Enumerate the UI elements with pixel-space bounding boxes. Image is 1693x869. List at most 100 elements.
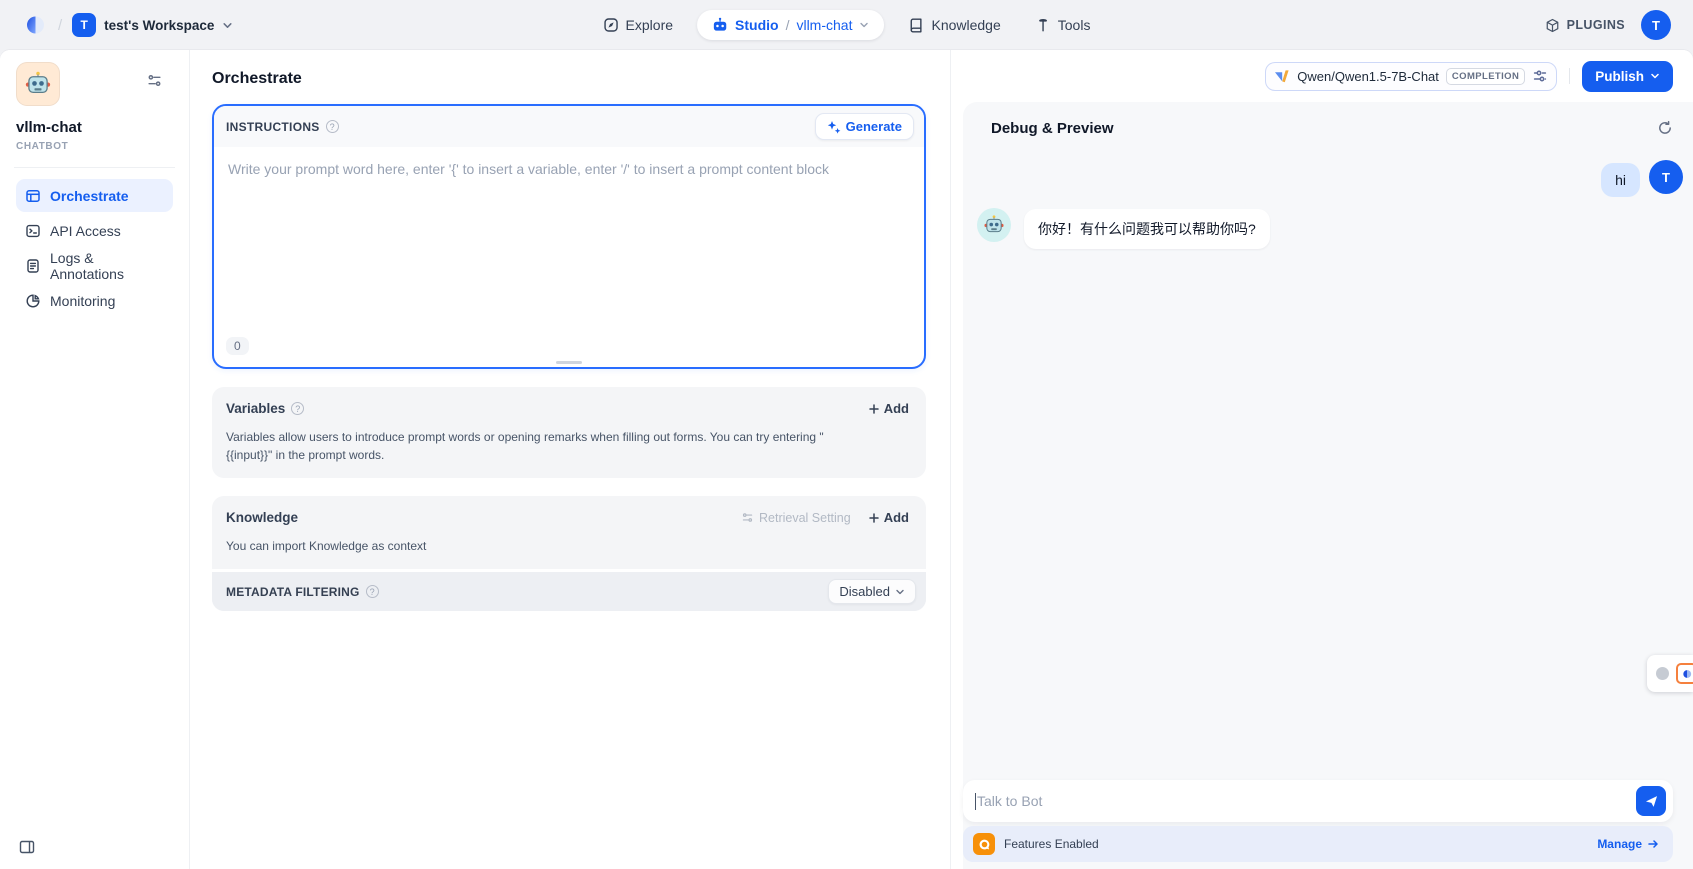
plugins-button[interactable]: PLUGINS [1545,18,1625,33]
terminal-icon [25,223,41,239]
retrieval-setting-button[interactable]: Retrieval Setting [741,511,851,525]
cube-icon [1545,18,1560,33]
user-avatar[interactable]: T [1641,10,1671,40]
nav-knowledge-label: Knowledge [931,17,1000,33]
workspace-selector[interactable]: T test's Workspace [72,13,233,37]
robot-icon [712,17,728,33]
document-list-icon [25,258,41,274]
nav-knowledge[interactable]: Knowledge [898,10,1010,40]
add-knowledge-label: Add [884,510,909,525]
app-name: vllm-chat [16,119,173,136]
sidebar-item-label: API Access [50,223,121,239]
text-caret [975,793,976,810]
metadata-filtering-row: METADATA FILTERING ? Disabled [212,569,926,611]
sidebar-item-label: Orchestrate [50,188,129,204]
variables-section: Variables ? Add Variables allow users to… [212,387,926,478]
add-variable-label: Add [884,401,909,416]
nav-tools-label: Tools [1058,17,1091,33]
metadata-filtering-value: Disabled [839,584,890,599]
features-label: Features Enabled [1004,837,1099,851]
manage-label: Manage [1597,837,1642,851]
metadata-filtering-select[interactable]: Disabled [828,579,916,604]
chat-input-bar [963,780,1673,822]
manage-features-link[interactable]: Manage [1597,837,1659,851]
debug-preview-panel: Debug & Preview hi T [963,102,1693,869]
char-count-badge: 0 [226,337,249,355]
help-icon[interactable]: ? [366,585,379,598]
generate-label: Generate [846,119,902,134]
model-selector[interactable]: Qwen/Qwen1.5-7B-Chat COMPLETION [1265,62,1557,91]
vllm-logo-icon [1274,68,1290,84]
workspace-name: test's Workspace [104,18,214,33]
model-mode-badge: COMPLETION [1446,68,1525,85]
add-variable-button[interactable]: Add [861,397,916,420]
help-icon[interactable]: ? [326,120,339,133]
hammer-icon [1035,17,1051,33]
sidebar-item-logs-annotations[interactable]: Logs & Annotations [16,249,173,282]
sidebar-item-orchestrate[interactable]: Orchestrate [16,179,173,212]
workspace-avatar: T [72,13,96,37]
breadcrumb-separator: / [58,17,62,34]
generate-button[interactable]: Generate [815,113,914,140]
chat-message-bot: 你好！有什么问题我可以帮助你吗? [963,197,1693,249]
debug-preview-title: Debug & Preview [991,120,1114,137]
plus-icon [868,512,880,524]
app-operations-icon[interactable] [146,72,163,89]
nav-right: PLUGINS T [1545,10,1671,40]
variables-label: Variables [226,401,285,416]
user-message-avatar: T [1649,160,1683,194]
app-sidebar: vllm-chat CHATBOT Orchestrate API Access [0,50,190,869]
dify-logo[interactable] [22,12,48,38]
chat-message-user: hi T [963,146,1693,197]
sidebar-item-label: Monitoring [50,293,115,309]
sidebar-divider [14,167,175,168]
main-nav: Explore Studio / vllm-chat Knowledge Too… [593,0,1101,50]
content-area: vllm-chat CHATBOT Orchestrate API Access [0,50,1693,869]
metadata-filtering-label: METADATA FILTERING [226,585,360,599]
sidebar-item-api-access[interactable]: API Access [16,214,173,247]
send-button[interactable] [1636,786,1666,816]
restart-conversation-icon[interactable] [1655,118,1675,138]
sidebar-item-monitoring[interactable]: Monitoring [16,284,173,317]
chat-input[interactable] [977,793,1636,809]
explore-icon [603,17,619,33]
model-params-icon[interactable] [1532,68,1548,84]
nav-explore-label: Explore [626,17,673,33]
prompt-editor[interactable]: Write your prompt word here, enter '{' t… [214,147,924,193]
page-title: Orchestrate [212,70,926,88]
widget-app-icon [1676,663,1693,684]
chevron-down-icon [222,20,233,31]
nav-studio-label: Studio [735,17,779,33]
publish-label: Publish [1595,69,1644,84]
top-nav: / T test's Workspace Explore Studio / vl… [0,0,1693,50]
arrow-right-icon [1647,838,1659,850]
orchestrate-panel: Orchestrate INSTRUCTIONS ? Generate Writ… [190,50,950,869]
robot-emoji-icon [24,70,52,98]
add-knowledge-button[interactable]: Add [861,506,916,529]
help-icon[interactable]: ? [291,402,304,415]
widget-dot-icon [1656,667,1669,680]
sidebar-menu: Orchestrate API Access Logs & Annotation… [16,179,173,317]
resize-handle[interactable] [556,361,582,364]
chevron-down-icon [859,20,869,30]
model-name: Qwen/Qwen1.5-7B-Chat [1297,69,1439,84]
floating-widget[interactable] [1647,655,1693,692]
features-icon [973,833,995,855]
plus-icon [868,403,880,415]
app-icon [16,62,60,106]
collapse-sidebar-icon[interactable] [18,838,36,856]
nav-studio-separator: / [786,17,790,33]
nav-studio[interactable]: Studio / vllm-chat [697,10,884,40]
instructions-label: INSTRUCTIONS [226,120,320,134]
sliders-icon [741,511,754,524]
instructions-header: INSTRUCTIONS ? Generate [214,106,924,147]
app-type-badge: CHATBOT [16,141,173,152]
plugins-label: PLUGINS [1567,18,1625,32]
publish-button[interactable]: Publish [1582,61,1673,92]
knowledge-section: Knowledge Retrieval Setting Add [212,496,926,611]
nav-tools[interactable]: Tools [1025,10,1101,40]
user-message-bubble: hi [1601,163,1640,197]
nav-explore[interactable]: Explore [593,10,683,40]
pie-chart-icon [25,293,41,309]
knowledge-description: You can import Knowledge as context [212,533,852,569]
